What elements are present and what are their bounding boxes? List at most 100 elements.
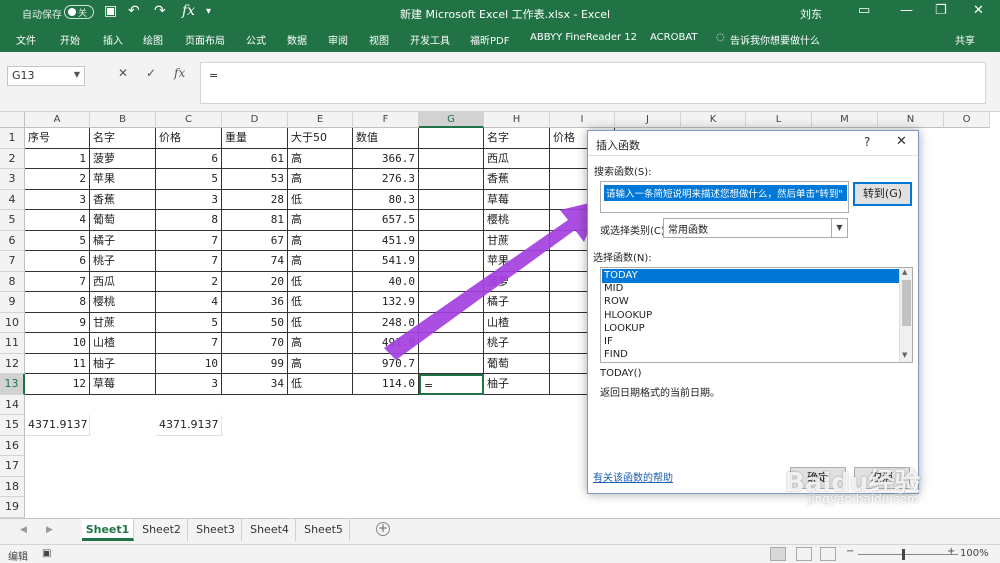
table-cell[interactable]: 20 (222, 271, 288, 292)
tab-view[interactable]: 视图 (369, 32, 389, 47)
tab-home[interactable]: 开始 (60, 32, 80, 47)
table-cell[interactable]: 5 (25, 230, 90, 251)
table-cell[interactable]: 114.0 (353, 374, 419, 395)
page-layout-view-icon[interactable] (796, 547, 812, 561)
table-cell[interactable]: 高 (288, 251, 353, 272)
table-cell[interactable]: 低 (288, 312, 353, 333)
table-cell[interactable]: 70 (222, 333, 288, 354)
row-header-17[interactable]: 17 (0, 456, 25, 477)
column-header-n[interactable]: N (878, 112, 944, 128)
table-cell[interactable] (419, 128, 484, 149)
row-header-8[interactable]: 8 (0, 271, 25, 292)
tab-review[interactable]: 审阅 (328, 32, 348, 47)
table-cell[interactable] (419, 271, 484, 292)
row-header-6[interactable]: 6 (0, 230, 25, 251)
tab-data[interactable]: 数据 (287, 32, 307, 47)
table-cell[interactable]: 541.9 (353, 251, 419, 272)
table-header-cell[interactable]: 价格 (156, 128, 222, 149)
function-item[interactable]: LOOKUP (602, 322, 899, 336)
table-cell[interactable]: 12 (25, 374, 90, 395)
table-cell[interactable]: 高 (288, 230, 353, 251)
table-header-cell[interactable]: 数值 (353, 128, 419, 149)
table-cell[interactable]: 柚子 (90, 353, 156, 374)
table-cell[interactable]: 4 (156, 292, 222, 313)
restore-icon[interactable]: ❐ (935, 3, 947, 18)
table-cell[interactable]: 6 (156, 148, 222, 169)
tell-me-search[interactable]: 告诉我你想要做什么 (730, 32, 820, 47)
row-header-15[interactable]: 15 (0, 415, 25, 436)
table2-cell[interactable]: 草莓 (484, 189, 550, 210)
column-header-j[interactable]: J (615, 112, 681, 128)
ribbon-display-icon[interactable]: ▭ (858, 3, 870, 18)
table2-cell[interactable]: 西瓜 (484, 148, 550, 169)
table-cell[interactable]: 低 (288, 374, 353, 395)
table-cell[interactable]: 西瓜 (90, 271, 156, 292)
table-cell[interactable]: 5 (156, 312, 222, 333)
search-function-input[interactable]: 请输入一条简短说明来描述您想做什么，然后单击"转到" (600, 181, 849, 213)
table2-cell[interactable]: 樱桃 (484, 210, 550, 231)
table-cell[interactable]: 3 (25, 189, 90, 210)
user-name[interactable]: 刘东 (800, 6, 822, 22)
zoom-level[interactable]: 100% (960, 548, 989, 559)
table-cell[interactable]: 74 (222, 251, 288, 272)
table-cell[interactable]: 高 (288, 353, 353, 374)
table-cell[interactable]: 970.7 (353, 353, 419, 374)
column-header-e[interactable]: E (288, 112, 353, 128)
table-cell[interactable]: 67 (222, 230, 288, 251)
prev-sheet-icon[interactable]: ◀ (20, 525, 27, 535)
category-select[interactable]: 常用函数 ▼ (663, 218, 848, 238)
table-cell[interactable]: 276.3 (353, 169, 419, 190)
table-cell[interactable]: 橘子 (90, 230, 156, 251)
row-header-18[interactable]: 18 (0, 476, 25, 497)
table-cell[interactable]: 苹果 (90, 169, 156, 190)
name-box[interactable]: G13 ▼ (7, 66, 85, 86)
column-header-h[interactable]: H (484, 112, 550, 128)
table-cell[interactable] (419, 353, 484, 374)
table-cell[interactable]: 3 (156, 374, 222, 395)
table2-cell[interactable]: 苹果 (484, 251, 550, 272)
scroll-up-icon[interactable]: ▲ (902, 268, 907, 276)
sheet-tab-sheet4[interactable]: Sheet4 (244, 519, 296, 541)
close-icon[interactable]: ✕ (973, 3, 984, 18)
sum-cell-c15[interactable]: 4371.9137 (156, 415, 222, 436)
tab-abbyy[interactable]: ABBYY FineReader 12 (530, 32, 637, 43)
row-header-12[interactable]: 12 (0, 353, 25, 374)
table-cell[interactable]: 高 (288, 148, 353, 169)
table-cell[interactable] (419, 230, 484, 251)
scrollbar-thumb[interactable] (902, 280, 911, 326)
tab-file[interactable]: 文件 (16, 32, 36, 47)
table-cell[interactable]: 高 (288, 333, 353, 354)
select-all-corner[interactable] (0, 112, 25, 128)
row-header-7[interactable]: 7 (0, 251, 25, 272)
table-header-cell[interactable]: 序号 (25, 128, 90, 149)
table2-cell[interactable]: 山楂 (484, 312, 550, 333)
function-item[interactable]: FIND (602, 348, 899, 362)
function-list[interactable]: FIND IF LOOKUP HLOOKUP ROW MID TODAY ▲ ▼ (600, 267, 913, 363)
tab-acrobat[interactable]: ACROBAT (650, 32, 698, 43)
row-header-9[interactable]: 9 (0, 292, 25, 313)
zoom-out-icon[interactable]: − (846, 546, 854, 557)
row-header-4[interactable]: 4 (0, 189, 25, 210)
table-cell[interactable]: 2 (25, 169, 90, 190)
autosave-toggle[interactable]: 关 (64, 5, 94, 19)
table-cell[interactable]: 7 (25, 271, 90, 292)
table-cell[interactable] (419, 148, 484, 169)
insert-function-icon[interactable]: fx (174, 66, 185, 80)
function-item[interactable]: TODAY (602, 269, 899, 283)
row-header-13[interactable]: 13 (0, 374, 25, 395)
table-cell[interactable]: 366.7 (353, 148, 419, 169)
table-cell[interactable]: 香蕉 (90, 189, 156, 210)
table-cell[interactable]: 2 (156, 271, 222, 292)
minimize-icon[interactable]: — (900, 3, 913, 18)
table2-cell[interactable]: 菠萝 (484, 271, 550, 292)
row-header-2[interactable]: 2 (0, 148, 25, 169)
table-cell[interactable]: 8 (156, 210, 222, 231)
normal-view-icon[interactable] (770, 547, 786, 561)
row-header-11[interactable]: 11 (0, 333, 25, 354)
go-button[interactable]: 转到(G) (853, 182, 912, 206)
zoom-in-icon[interactable]: + (947, 546, 955, 557)
table-cell[interactable]: 草莓 (90, 374, 156, 395)
table-header-cell[interactable]: 重量 (222, 128, 288, 149)
column-header-a[interactable]: A (25, 112, 90, 128)
table-cell[interactable]: 61 (222, 148, 288, 169)
